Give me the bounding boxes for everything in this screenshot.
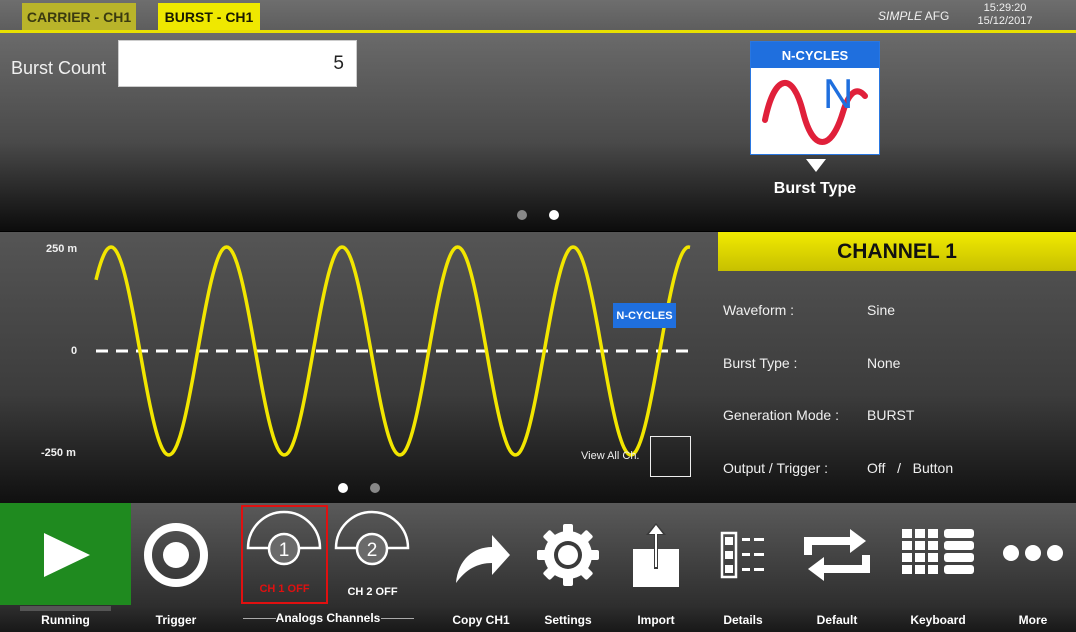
settings-button[interactable]: Settings — [526, 503, 610, 632]
keyboard-label: Keyboard — [910, 613, 966, 627]
info-output-value: Off / Button — [867, 460, 954, 476]
ch2-number: 2 — [367, 540, 378, 561]
ch1-state-label: CH 1 OFF — [259, 583, 310, 595]
clock-time: 15:29:20 — [983, 2, 1027, 14]
running-label-wrap: Running — [0, 503, 131, 632]
tab-carrier-ch1[interactable]: CARRIER - CH1 — [22, 3, 136, 30]
y-axis-top-label: 250 m — [46, 243, 78, 255]
info-output-label: Output / Trigger : — [723, 460, 829, 476]
view-all-button[interactable] — [650, 436, 691, 477]
ncycles-badge: N-CYCLES — [613, 303, 676, 328]
app-brand: SIMPLE AFG — [878, 9, 949, 23]
burst-type-caption: Burst Type — [773, 180, 857, 197]
clock: 15:29:20 15/12/2017 — [975, 2, 1035, 28]
wave-page-dot-2[interactable] — [370, 483, 380, 493]
copy-ch1-label: Copy CH1 — [452, 613, 510, 627]
page-dot-1[interactable] — [517, 210, 527, 220]
brand-afg: AFG — [924, 9, 950, 23]
ch1-icon: 1 — [246, 510, 322, 566]
more-button[interactable]: More — [994, 503, 1072, 632]
more-dots-icon — [1003, 545, 1063, 561]
page-dot-2[interactable] — [549, 210, 559, 220]
analogs-channels-label: Analogs Channels — [275, 611, 381, 625]
running-label: Running — [41, 613, 90, 627]
settings-label: Settings — [544, 613, 592, 627]
wave-page-dot-1[interactable] — [338, 483, 348, 493]
ch1-number: 1 — [279, 540, 290, 561]
clock-date: 15/12/2017 — [977, 15, 1033, 27]
burst-count-label: Burst Count — [11, 58, 107, 78]
burst-type-letter: N — [823, 70, 853, 117]
gear-icon — [537, 524, 599, 586]
refresh-icon — [804, 529, 870, 581]
ch2-icon: 2 — [334, 510, 410, 566]
import-label: Import — [637, 613, 675, 627]
channel-title: CHANNEL 1 — [718, 232, 1076, 271]
trigger-label: Trigger — [155, 613, 197, 627]
more-label: More — [1018, 613, 1048, 627]
sine-n-icon: N — [762, 70, 868, 145]
keyboard-button[interactable]: Keyboard — [896, 503, 980, 632]
info-bursttype-label: Burst Type : — [723, 355, 798, 371]
ch1-toggle-button[interactable]: 1 CH 1 OFF — [241, 503, 328, 603]
info-bursttype-value: None — [867, 355, 901, 371]
dropdown-arrow-icon[interactable] — [806, 159, 826, 172]
trigger-button[interactable]: Trigger — [131, 503, 221, 632]
burst-count-input[interactable]: 5 — [118, 40, 357, 87]
waveform-panel: 250 m 0 -250 m N-CYCLES View All Ch. CHA… — [0, 232, 1076, 503]
info-genmode-label: Generation Mode : — [723, 407, 839, 423]
burst-type-selector[interactable]: N-CYCLES N — [750, 41, 880, 155]
upload-icon — [633, 523, 679, 587]
brand-simple: SIMPLE — [878, 9, 923, 23]
info-waveform-value: Sine — [867, 302, 896, 318]
info-genmode-value: BURST — [867, 407, 915, 423]
share-arrow-icon — [456, 535, 510, 583]
y-axis-bottom-label: -250 m — [41, 447, 76, 459]
burst-settings-panel: Burst Count 5 N-CYCLES N Burst Type — [0, 33, 1076, 231]
waveform-preview — [94, 245, 691, 457]
default-label: Default — [816, 613, 858, 627]
keyboard-grid-icon — [902, 529, 974, 574]
ch2-toggle-button[interactable]: 2 CH 2 OFF — [329, 503, 416, 603]
details-button[interactable]: Details — [702, 503, 784, 632]
bottom-toolbar: Running Trigger 1 CH 1 OFF 2 CH 2 OFF An… — [0, 503, 1076, 632]
copy-ch1-button[interactable]: Copy CH1 — [440, 503, 522, 632]
ch2-state-label: CH 2 OFF — [347, 586, 398, 598]
import-button[interactable]: Import — [614, 503, 698, 632]
y-axis-zero-label: 0 — [71, 345, 78, 357]
header-bar: CARRIER - CH1 BURST - CH1 SIMPLE AFG 15:… — [0, 0, 1076, 33]
details-label: Details — [723, 613, 763, 627]
view-all-label: View All Ch. — [581, 450, 640, 462]
info-waveform-label: Waveform : — [723, 302, 795, 318]
tab-burst-ch1[interactable]: BURST - CH1 — [158, 3, 260, 30]
details-list-icon — [720, 531, 764, 579]
burst-type-badge: N-CYCLES — [751, 42, 879, 68]
default-button[interactable]: Default — [794, 503, 880, 632]
trigger-icon — [144, 523, 208, 587]
